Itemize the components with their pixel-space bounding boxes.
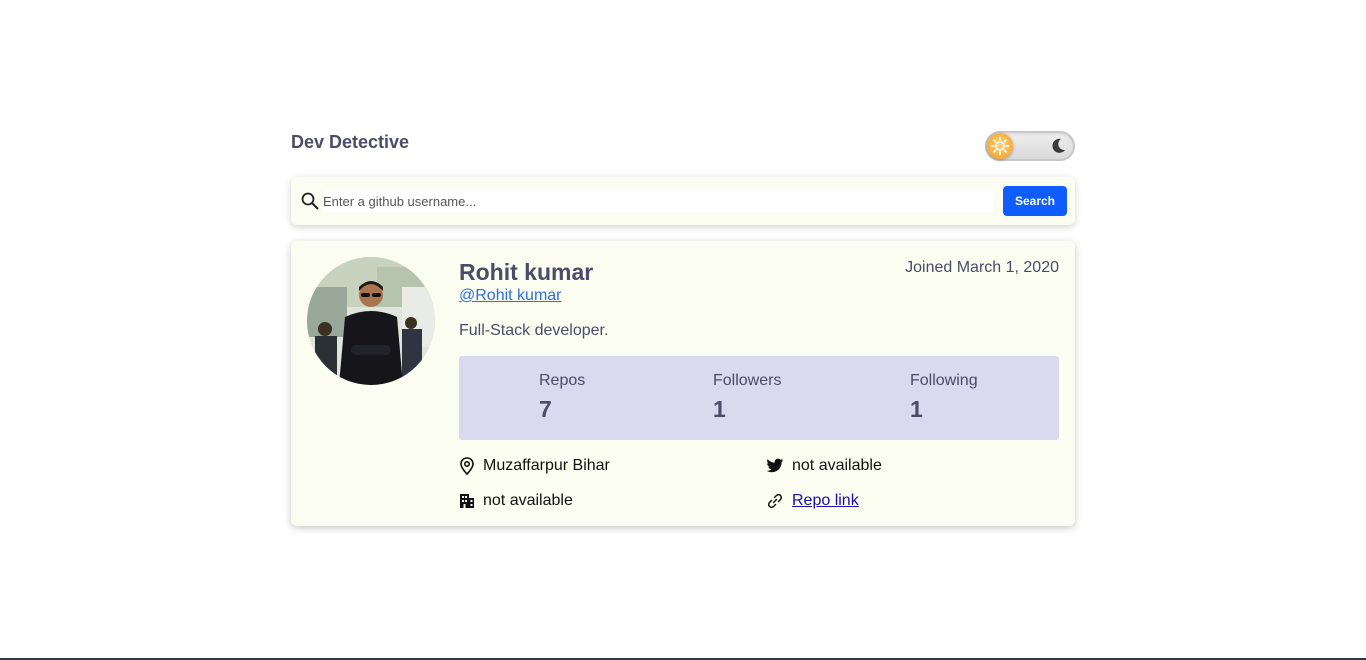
profile-bio: Full-Stack developer. (459, 322, 609, 339)
top-bar: Dev Detective (291, 128, 1075, 164)
avatar (307, 257, 435, 385)
joined-date: Joined March 1, 2020 (905, 259, 1059, 276)
location-item: Muzaffarpur Bihar (459, 457, 610, 475)
twitter-text: not available (792, 457, 882, 474)
search-bar: Search (291, 177, 1075, 225)
stat-label: Followers (713, 372, 782, 389)
app-title: Dev Detective (291, 132, 410, 152)
stat-value: 1 (910, 396, 923, 422)
search-icon (301, 192, 319, 210)
profile-card: Rohit kumar Joined March 1, 2020 @Rohit … (291, 241, 1075, 526)
company-item: not available (459, 492, 573, 510)
profile-name: Rohit kumar (459, 259, 594, 285)
stat-value: 1 (713, 396, 726, 422)
website-item: Repo link (766, 492, 859, 510)
stat-label: Following (910, 372, 978, 389)
location-text: Muzaffarpur Bihar (483, 457, 610, 474)
twitter-icon (766, 458, 784, 473)
search-input[interactable] (323, 190, 993, 212)
stat-followers: Followers 1 (713, 372, 781, 423)
search-button[interactable]: Search (1003, 186, 1067, 216)
stat-label: Repos (539, 372, 586, 389)
stat-value: 7 (539, 396, 552, 422)
building-icon (460, 494, 474, 508)
profile-handle-link[interactable]: @Rohit kumar (459, 287, 562, 305)
sun-icon (987, 133, 1013, 159)
app-container: Dev Detective Enter a github username...… (291, 128, 1075, 526)
repo-link[interactable]: Repo link (792, 492, 859, 510)
link-icon (767, 493, 783, 509)
stats-panel: Repos 7 Followers 1 Following 1 (459, 356, 1059, 440)
company-text: not available (483, 492, 573, 509)
twitter-item: not available (766, 457, 882, 475)
stat-following: Following 1 (910, 372, 978, 423)
location-pin-icon (460, 457, 474, 475)
stat-repos: Repos 7 (539, 372, 585, 423)
theme-toggle[interactable] (985, 131, 1075, 161)
moon-icon (1052, 138, 1065, 153)
